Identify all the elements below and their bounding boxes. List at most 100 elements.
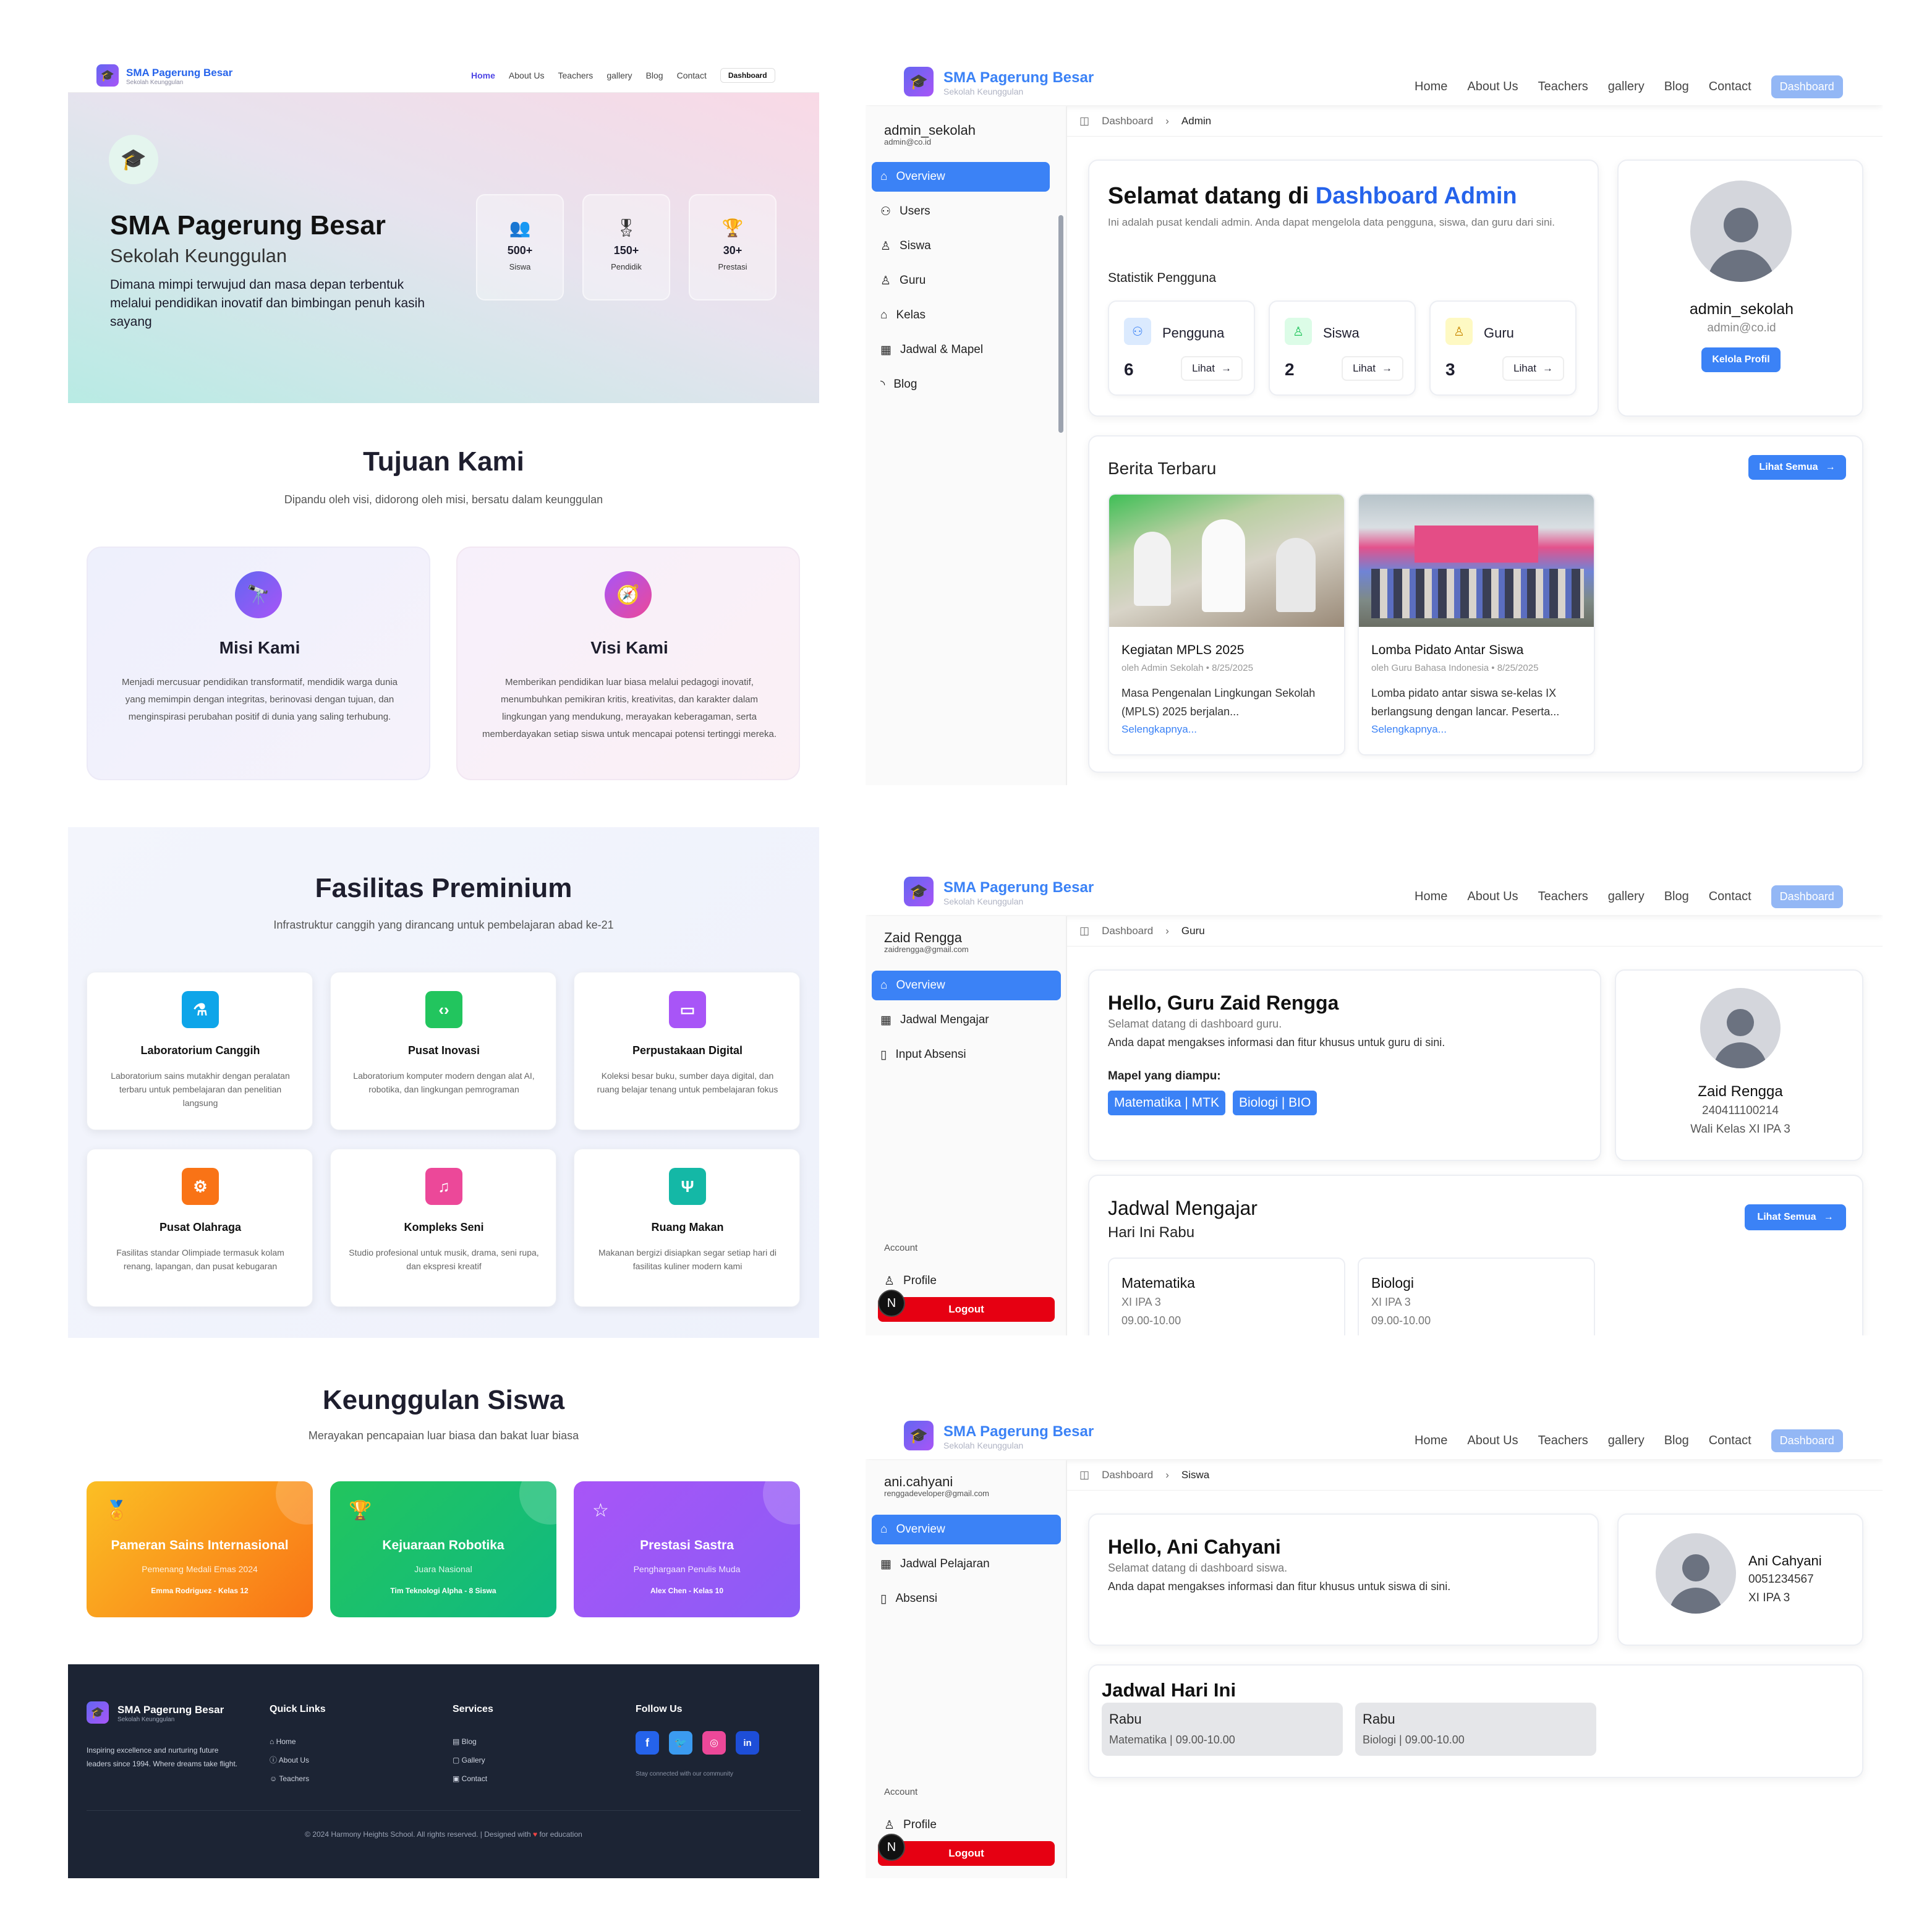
nav-home[interactable]: Home [1415, 80, 1447, 94]
footer-link-blog[interactable]: ▤ Blog [453, 1732, 487, 1751]
news-item[interactable]: Kegiatan MPLS 2025 oleh Admin Sekolah • … [1108, 493, 1345, 755]
brand-name[interactable]: SMA Pagerung Besar [943, 69, 1094, 87]
breadcrumb-root[interactable]: Dashboard [1102, 115, 1153, 127]
news-photo-mpls [1109, 495, 1344, 627]
sidebar-item-jadwal[interactable]: ▦ Jadwal & Mapel [872, 335, 1050, 365]
school-logo-icon[interactable]: 🎓 [904, 1421, 934, 1450]
nav-gallery[interactable]: gallery [606, 70, 632, 80]
linkedin-icon[interactable]: in [736, 1731, 759, 1755]
school-logo-icon[interactable]: 🎓 [96, 64, 119, 87]
sidebar-item-overview[interactable]: ⌂ Overview [872, 162, 1050, 192]
today-item[interactable]: Rabu Matematika | 09.00-10.00 [1102, 1703, 1343, 1756]
nav-home[interactable]: Home [471, 70, 495, 80]
nav-blog[interactable]: Blog [646, 70, 663, 80]
nav-dashboard-button[interactable]: Dashboard [720, 68, 775, 83]
sidebar-item-siswa[interactable]: ♙ Siswa [872, 231, 1050, 261]
footer-link-teachers[interactable]: ☺ Teachers [270, 1769, 309, 1788]
schedule-item[interactable]: Matematika XI IPA 3 09.00-10.00 [1108, 1258, 1345, 1335]
nav-dashboard-button[interactable]: Dashboard [1771, 1429, 1843, 1452]
brand-name[interactable]: SMA Pagerung Besar [943, 1423, 1094, 1440]
sidebar-item-input-absensi[interactable]: ▯ Input Absensi [872, 1040, 1061, 1070]
stat-label: Pengguna [1162, 325, 1225, 341]
manage-profile-button[interactable]: Kelola Profil [1701, 347, 1781, 372]
nav-dashboard-button[interactable]: Dashboard [1771, 75, 1843, 98]
hero-stat-value: 30+ [723, 244, 743, 257]
nav-about[interactable]: About Us [1467, 80, 1518, 94]
brand-name[interactable]: SMA Pagerung Besar [126, 67, 232, 79]
nextjs-badge-icon[interactable]: N [878, 1834, 905, 1861]
services-links: ▤ Blog ▢ Gallery ▣ Contact [453, 1732, 487, 1788]
footer-link-about[interactable]: ⓘ About Us [270, 1751, 309, 1769]
sidebar-toggle-icon[interactable]: ◫ [1079, 115, 1089, 127]
twitter-icon[interactable]: 🐦 [669, 1731, 692, 1755]
excellence-card: 🏅 Pameran Sains Internasional Pemenang Med… [87, 1481, 313, 1617]
sidebar-item-absensi[interactable]: ▯ Absensi [872, 1584, 1061, 1614]
read-more-link[interactable]: Selengkapnya... [1121, 723, 1197, 736]
nav-gallery[interactable]: gallery [1608, 890, 1645, 904]
lihat-button[interactable]: Lihat → [1502, 356, 1564, 381]
school-logo-icon[interactable]: 🎓 [904, 67, 934, 96]
see-all-label: Lihat Semua [1757, 1212, 1816, 1222]
read-more-link[interactable]: Selengkapnya... [1371, 723, 1447, 736]
nav-about[interactable]: About Us [509, 70, 545, 80]
sidebar-item-jadwal-pelajaran[interactable]: ▦ Jadwal Pelajaran [872, 1549, 1061, 1579]
nav-blog[interactable]: Blog [1664, 1434, 1689, 1448]
nav-teachers[interactable]: Teachers [1538, 1434, 1588, 1448]
facility-card: ♫ Kompleks Seni Studio profesional untuk m… [330, 1149, 556, 1307]
news-item[interactable]: Lomba Pidato Antar Siswa oleh Guru Bahas… [1358, 493, 1595, 755]
nav-contact[interactable]: Contact [1709, 1434, 1751, 1448]
sidebar-item-overview[interactable]: ⌂ Overview [872, 1515, 1061, 1544]
nav-about[interactable]: About Us [1467, 890, 1518, 904]
nav-contact[interactable]: Contact [1709, 890, 1751, 904]
nav-blog[interactable]: Blog [1664, 890, 1689, 904]
nav-gallery[interactable]: gallery [1608, 80, 1645, 94]
nav-dashboard-button[interactable]: Dashboard [1771, 885, 1843, 908]
news-item-meta: oleh Admin Sekolah • 8/25/2025 [1121, 663, 1253, 673]
nav-home[interactable]: Home [1415, 1434, 1447, 1448]
nav-home[interactable]: Home [1415, 890, 1447, 904]
goals-title: Tujuan Kami [363, 446, 524, 477]
sidebar-toggle-icon[interactable]: ◫ [1079, 925, 1089, 937]
see-all-button[interactable]: Lihat Semua → [1745, 1204, 1846, 1230]
facebook-icon[interactable]: f [636, 1731, 659, 1755]
sidebar-item-kelas[interactable]: ⌂ Kelas [872, 300, 1050, 330]
nextjs-badge-icon[interactable]: N [878, 1290, 905, 1317]
user-icon: ♙ [884, 1274, 895, 1288]
copyright: © 2024 Harmony Heights School. All right… [68, 1830, 819, 1839]
news-photo-lomba [1359, 495, 1594, 627]
nav-teachers[interactable]: Teachers [1538, 80, 1588, 94]
sidebar-item-users[interactable]: ⚇ Users [872, 197, 1050, 226]
sidebar-scrollbar[interactable] [1058, 215, 1063, 433]
nav-about[interactable]: About Us [1467, 1434, 1518, 1448]
sidebar-toggle-icon[interactable]: ◫ [1079, 1469, 1089, 1481]
sidebar-item-blog[interactable]: ◝ Blog [872, 370, 1050, 399]
brand-name[interactable]: SMA Pagerung Besar [943, 879, 1094, 896]
footer-link-home[interactable]: ⌂ Home [270, 1732, 309, 1751]
nav-teachers[interactable]: Teachers [1538, 890, 1588, 904]
see-all-button[interactable]: Lihat Semua → [1748, 455, 1846, 480]
footer-link-gallery[interactable]: ▢ Gallery [453, 1751, 487, 1769]
sidebar: Zaid Rengga zaidrengga@gmail.com ⌂ Overvi… [866, 916, 1067, 1335]
school-logo-icon[interactable]: 🎓 [904, 877, 934, 906]
nav-blog[interactable]: Blog [1664, 80, 1689, 94]
breadcrumb-root[interactable]: Dashboard [1102, 925, 1153, 937]
footer-description: Inspiring excellence and nurturing futur… [87, 1743, 237, 1771]
nav-contact[interactable]: Contact [677, 70, 707, 80]
footer-link-contact[interactable]: ▣ Contact [453, 1769, 487, 1788]
sidebar-item-overview[interactable]: ⌂ Overview [872, 971, 1061, 1000]
instagram-icon[interactable]: ◎ [702, 1731, 726, 1755]
nav-teachers[interactable]: Teachers [558, 70, 594, 80]
lihat-button[interactable]: Lihat → [1181, 356, 1243, 381]
facility-title: Laboratorium Canggih [140, 1044, 260, 1057]
sidebar-item-guru[interactable]: ♙ Guru [872, 266, 1050, 296]
nav-contact[interactable]: Contact [1709, 80, 1751, 94]
lihat-button[interactable]: Lihat → [1342, 356, 1403, 381]
today-item[interactable]: Rabu Biologi | 09.00-10.00 [1355, 1703, 1596, 1756]
schedule-title: Jadwal Mengajar [1108, 1197, 1258, 1219]
sidebar-item-jadwal-mengajar[interactable]: ▦ Jadwal Mengajar [872, 1005, 1061, 1035]
breadcrumb-root[interactable]: Dashboard [1102, 1469, 1153, 1481]
nav-gallery[interactable]: gallery [1608, 1434, 1645, 1448]
footer-logo-icon[interactable]: 🎓 [87, 1701, 109, 1724]
welcome-line: Anda dapat mengakses informasi dan fitur… [1108, 1036, 1445, 1049]
schedule-item[interactable]: Biologi XI IPA 3 09.00-10.00 [1358, 1258, 1595, 1335]
